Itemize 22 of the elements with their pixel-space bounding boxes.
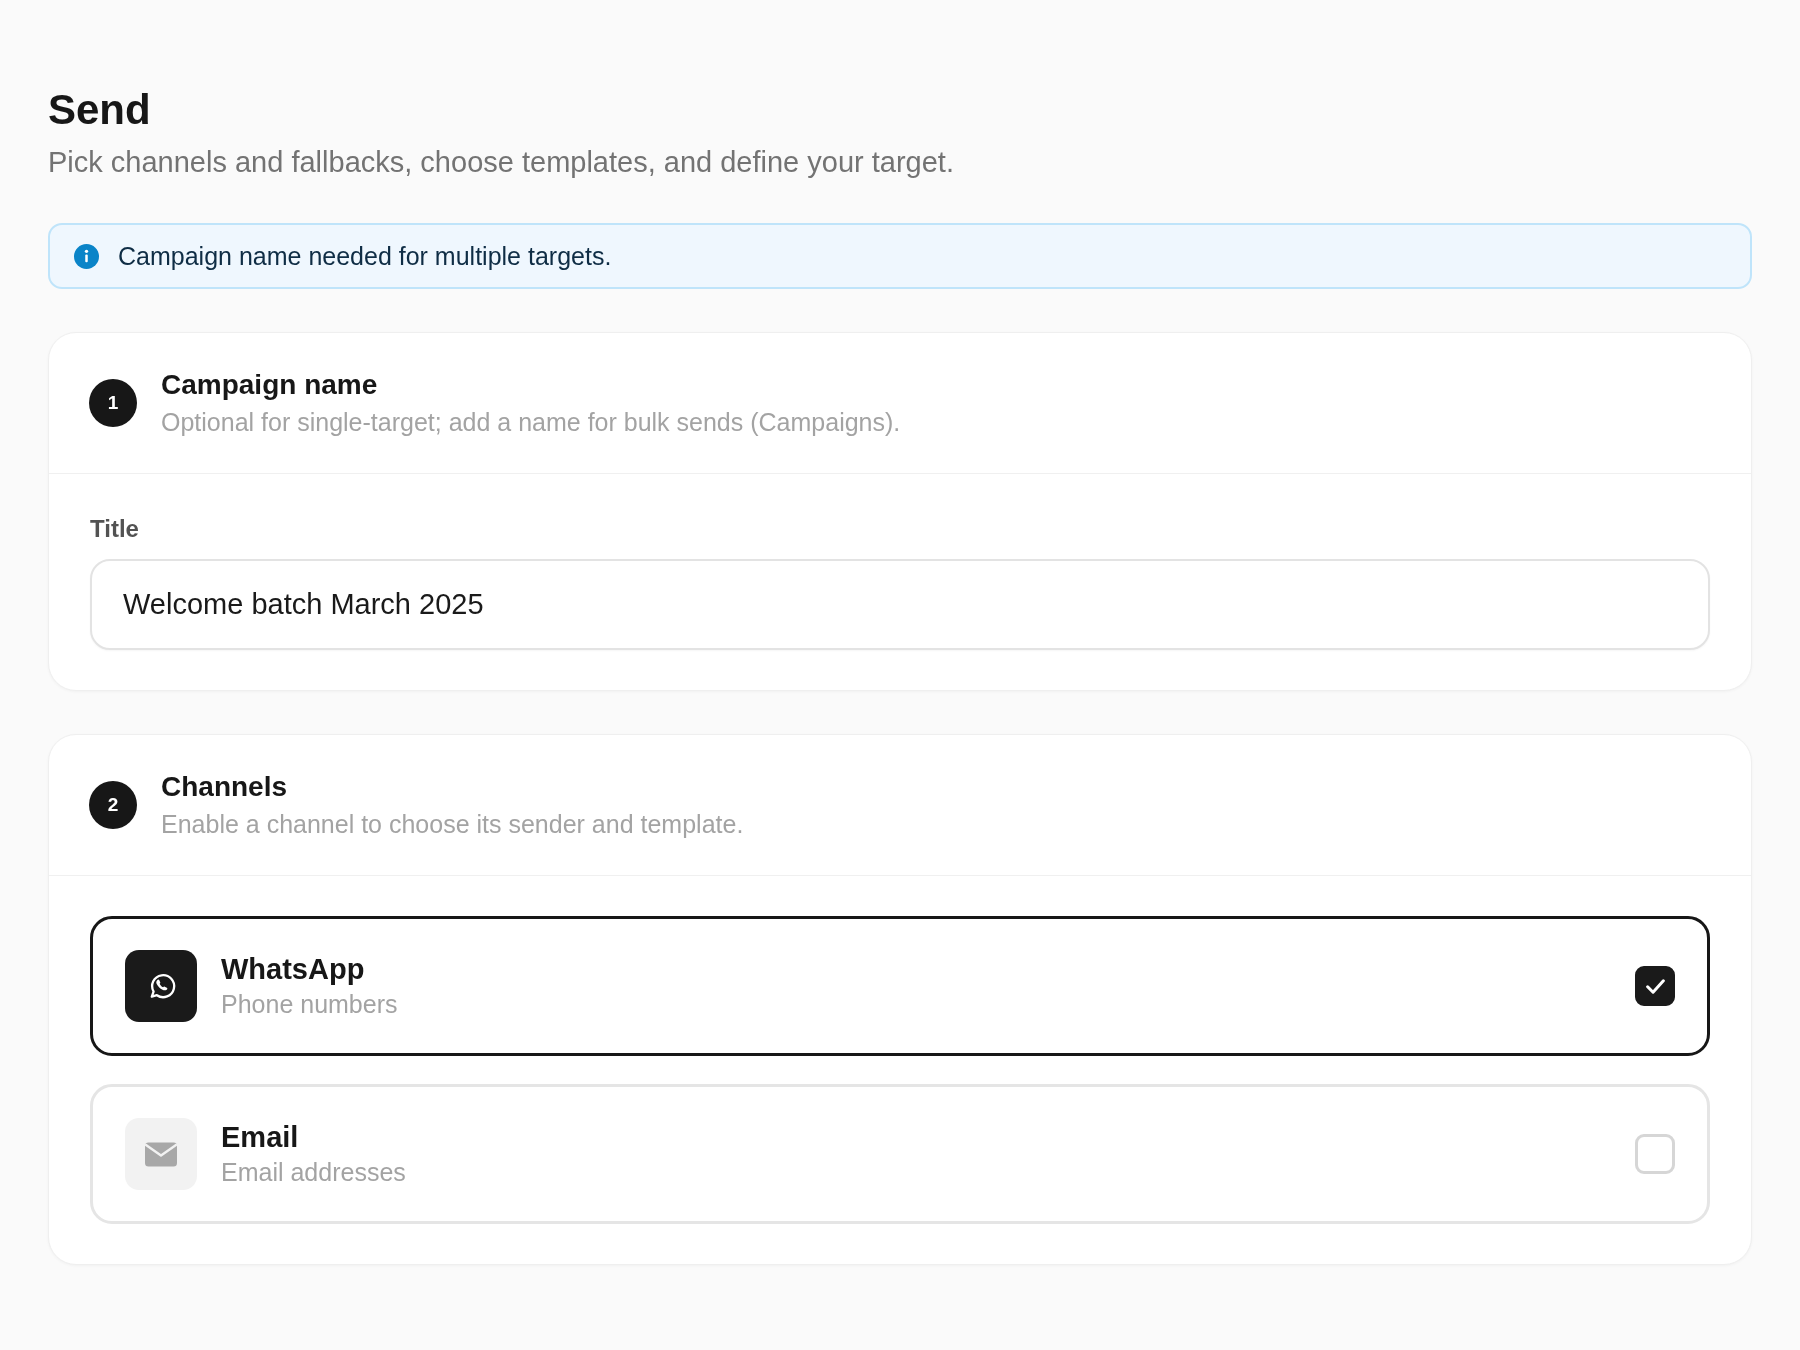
step-number: 1 (89, 379, 137, 427)
channel-description: Phone numbers (221, 988, 399, 1020)
chat-bubble-phone-icon (125, 950, 197, 1022)
page-subtitle: Pick channels and fallbacks, choose templates, and define your target. (48, 145, 955, 180)
step-number: 2 (89, 781, 137, 829)
info-message: Campaign name needed for multiple targets. (118, 241, 612, 271)
section-description: Enable a channel to choose its sender and template. (161, 809, 744, 840)
checkbox[interactable] (1635, 966, 1675, 1006)
section-title: Campaign name (161, 368, 379, 402)
section-title: Channels (161, 770, 289, 804)
info-icon (74, 243, 99, 269)
channel-option[interactable]: Email Email addresses (90, 1084, 1710, 1224)
envelope-icon (125, 1118, 197, 1190)
title-input[interactable]: Welcome batch March 2025 (90, 559, 1710, 650)
channel-description: Email addresses (221, 1156, 407, 1188)
channel-name: WhatsApp (221, 951, 366, 986)
page-title: Send (48, 85, 152, 135)
section-description: Optional for single-target; add a name for bulk sends (Campaigns). (161, 407, 901, 438)
check-icon (1645, 978, 1665, 994)
field-label: Title (90, 514, 140, 544)
channel-option[interactable]: WhatsApp Phone numbers (90, 916, 1710, 1056)
channel-name: Email (221, 1119, 300, 1154)
